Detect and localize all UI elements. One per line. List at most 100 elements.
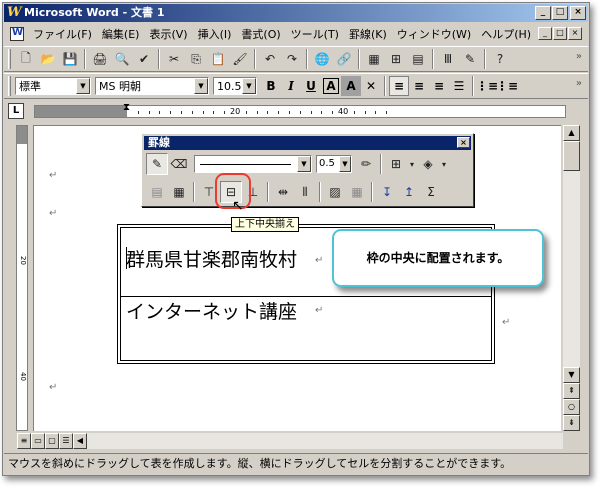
scroll-thumb[interactable]	[563, 141, 580, 171]
drawing-icon[interactable]: ✎	[459, 48, 481, 70]
vertical-ruler[interactable]: 20 40	[16, 125, 28, 431]
prev-page-icon[interactable]: ⇞	[563, 383, 580, 399]
undo-icon[interactable]: ↶	[259, 48, 281, 70]
hyperlink-icon[interactable]: 🌐	[311, 48, 333, 70]
web-icon[interactable]: 🔗	[333, 48, 355, 70]
copy-icon[interactable]: ⎘	[185, 48, 207, 70]
indent-marker-icon[interactable]: ⧗	[123, 103, 130, 113]
document-icon[interactable]	[10, 27, 24, 41]
chevron-down-icon[interactable]: ▼	[339, 156, 351, 172]
redo-icon[interactable]: ↷	[281, 48, 303, 70]
more-buttons-icon[interactable]: »	[576, 51, 582, 62]
vertical-scrollbar[interactable]: ▲ ▼ ⇞ ○ ⇟	[563, 125, 580, 431]
align-right-button[interactable]: ≡	[429, 76, 449, 96]
italic-button[interactable]: I	[281, 76, 301, 96]
numbering-button[interactable]: ⋮≡	[476, 76, 498, 96]
doc-close-button[interactable]: ×	[568, 27, 582, 40]
shading-color-icon[interactable]: ◈	[417, 153, 439, 175]
merge-cells-icon[interactable]: ▦	[168, 181, 190, 203]
menu-window[interactable]: ウィンドウ(W)	[392, 26, 476, 42]
scroll-down-icon[interactable]: ▼	[563, 367, 580, 383]
open-icon[interactable]: 📂	[37, 48, 59, 70]
tab-selector[interactable]: L	[8, 103, 24, 119]
paste-icon[interactable]: 📋	[207, 48, 229, 70]
horizontal-scrollbar[interactable]: ≡ ▭ ▢ ☰ ◀	[17, 433, 563, 449]
size-combo[interactable]: 10.5 ▼	[213, 77, 257, 95]
style-combo[interactable]: 標準 ▼	[15, 77, 91, 95]
insert-table-icon[interactable]: ⊞	[385, 48, 407, 70]
menu-format[interactable]: 書式(O)	[236, 26, 285, 42]
scroll-left-icon[interactable]: ◀	[73, 433, 87, 449]
pencil-icon[interactable]: ✎	[146, 153, 168, 175]
border-color-icon[interactable]: ✏	[355, 153, 377, 175]
align-justify-button[interactable]: ≡	[389, 76, 409, 96]
horizontal-ruler[interactable]: ⧗ 20 40	[34, 103, 566, 118]
doc-restore-button[interactable]: □	[553, 27, 567, 40]
outside-border-icon[interactable]: ⊞	[385, 153, 407, 175]
chevron-down-icon[interactable]: ▾	[439, 153, 449, 175]
font-combo[interactable]: MS 明朝 ▼	[95, 77, 209, 95]
align-center-button[interactable]: ≡	[409, 76, 429, 96]
line-weight-combo[interactable]: 0.5 ▼	[316, 155, 352, 173]
outline-view-icon[interactable]: ☰	[59, 433, 73, 449]
table-cell-1-text[interactable]: 群馬県甘楽郡南牧村	[126, 245, 297, 272]
next-page-icon[interactable]: ⇟	[563, 415, 580, 431]
menu-help[interactable]: ヘルプ(H)	[476, 26, 536, 42]
table-cell-2-text[interactable]: インターネット講座	[126, 297, 297, 324]
menu-tools[interactable]: ツール(T)	[286, 26, 344, 42]
palette-title-bar[interactable]: 罫線 ×	[144, 136, 471, 150]
mouse-pointer-icon: ↖	[232, 198, 244, 214]
maximize-button[interactable]: □	[552, 6, 568, 20]
char-border-button[interactable]: A	[323, 78, 339, 94]
underline-button[interactable]: U	[301, 76, 321, 96]
select-browse-object-icon[interactable]: ○	[563, 399, 580, 415]
bullets-button[interactable]: ⋮≡	[496, 76, 518, 96]
sort-descending-icon[interactable]: ↥	[398, 181, 420, 203]
chevron-down-icon[interactable]: ▾	[407, 153, 417, 175]
tables-borders-icon[interactable]: ▦	[363, 48, 385, 70]
menu-table[interactable]: 罫線(K)	[344, 26, 392, 42]
menu-edit[interactable]: 編集(E)	[97, 26, 145, 42]
table-grid-icon[interactable]: ▦	[346, 181, 368, 203]
line-style-combo[interactable]: ▼	[194, 155, 312, 173]
autoformat-icon[interactable]: ▨	[324, 181, 346, 203]
cut-icon[interactable]: ✂	[163, 48, 185, 70]
chevron-down-icon[interactable]: ▼	[242, 78, 256, 94]
toolbar-grip[interactable]	[8, 49, 11, 69]
print-layout-icon[interactable]: ▢	[45, 433, 59, 449]
menu-file[interactable]: ファイル(F)	[28, 26, 97, 42]
help-icon[interactable]: ?	[489, 48, 511, 70]
print-icon[interactable]: 🖨	[89, 48, 111, 70]
chevron-down-icon[interactable]: ▼	[76, 78, 90, 94]
more-buttons-icon[interactable]: »	[576, 78, 582, 89]
distribute-columns-icon[interactable]: ⫴	[294, 181, 316, 203]
toolbar-grip[interactable]	[8, 76, 11, 96]
doc-minimize-button[interactable]: _	[538, 27, 552, 40]
char-scaling-button[interactable]: ✕	[361, 76, 381, 96]
menu-insert[interactable]: 挿入(I)	[193, 26, 237, 42]
eraser-icon[interactable]: ⌫	[168, 153, 190, 175]
autosum-icon[interactable]: Σ	[420, 181, 442, 203]
scroll-up-icon[interactable]: ▲	[563, 125, 580, 141]
distribute-button[interactable]: ☰	[449, 76, 469, 96]
sort-ascending-icon[interactable]: ↧	[376, 181, 398, 203]
normal-view-icon[interactable]: ≡	[17, 433, 31, 449]
chevron-down-icon[interactable]: ▼	[297, 156, 311, 172]
columns-icon[interactable]: Ⅲ	[437, 48, 459, 70]
format-painter-icon[interactable]: 🖌	[229, 48, 251, 70]
spell-icon[interactable]: ✔	[133, 48, 155, 70]
menu-view[interactable]: 表示(V)	[144, 26, 192, 42]
new-icon[interactable]: 🗋	[15, 48, 37, 70]
chevron-down-icon[interactable]: ▼	[194, 78, 208, 94]
close-button[interactable]: ×	[570, 6, 586, 20]
insert-excel-icon[interactable]: ▤	[407, 48, 429, 70]
web-layout-icon[interactable]: ▭	[31, 433, 45, 449]
save-icon[interactable]: 💾	[59, 48, 81, 70]
char-shading-button[interactable]: A	[341, 76, 361, 96]
minimize-button[interactable]: _	[535, 6, 551, 20]
preview-icon[interactable]: 🔍	[111, 48, 133, 70]
bold-button[interactable]: B	[261, 76, 281, 96]
insert-table-icon[interactable]: ▤	[146, 181, 168, 203]
palette-close-button[interactable]: ×	[457, 137, 470, 148]
distribute-rows-icon[interactable]: ⇹	[272, 181, 294, 203]
